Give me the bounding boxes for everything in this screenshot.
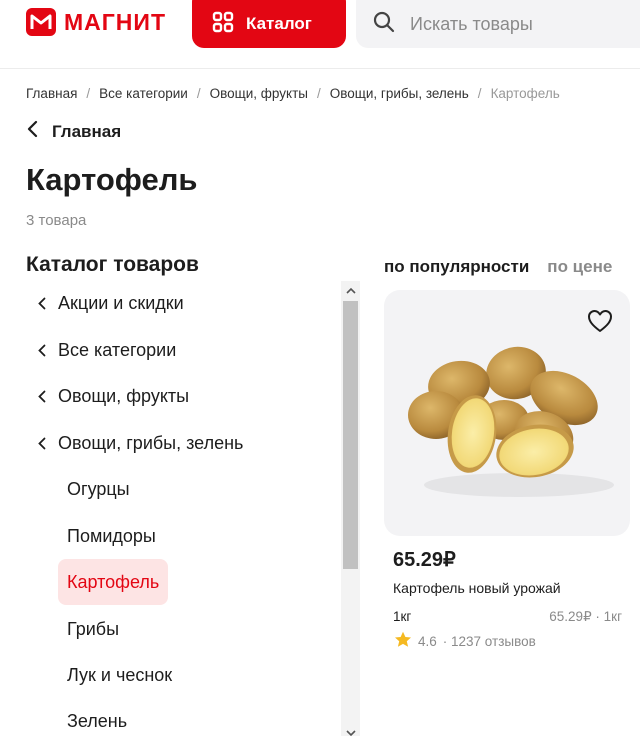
catalog-title: Каталог товаров <box>26 253 199 276</box>
catalog-scrollbar[interactable] <box>341 281 360 736</box>
product-price: 65.29₽ <box>393 549 456 571</box>
scroll-down-icon[interactable] <box>341 726 360 740</box>
scroll-up-icon[interactable] <box>341 281 360 299</box>
scroll-thumb[interactable] <box>343 301 358 569</box>
catalog-parent-item[interactable]: Акции и скидки <box>26 280 184 326</box>
catalog-item-label: Овощи, грибы, зелень <box>58 432 244 453</box>
page-title: Картофель <box>26 162 198 197</box>
header-divider <box>0 68 640 69</box>
product-rating: 4.6 · 1237 отзывов <box>394 631 536 651</box>
catalog-parent-item[interactable]: Все категории <box>26 327 176 373</box>
catalog-item-label: Все категории <box>58 339 177 360</box>
reviews-count[interactable]: · 1237 отзывов <box>443 634 536 649</box>
breadcrumb-current: Картофель <box>490 86 560 101</box>
catalog-subitem[interactable]: Зелень <box>58 698 136 744</box>
product-unit-price: 65.29₽ · 1кг <box>549 609 622 624</box>
sort-options: по популярности по цене <box>384 257 612 277</box>
search-icon <box>372 10 396 39</box>
catalog-subitem-active[interactable]: Картофель <box>58 559 169 605</box>
chevron-left-icon <box>38 297 58 310</box>
catalog-subitem[interactable]: Грибы <box>58 606 128 652</box>
catalog-grid-icon <box>212 11 234 38</box>
sort-popularity[interactable]: по популярности <box>384 257 529 277</box>
rating-value: 4.6 <box>418 633 437 649</box>
product-weight: 1кг <box>393 609 412 624</box>
magnit-logo-icon <box>26 8 56 36</box>
breadcrumb-separator: / <box>316 86 321 101</box>
catalog-parent-item[interactable]: Овощи, фрукты <box>26 373 189 419</box>
chevron-left-icon <box>38 437 58 450</box>
favorite-heart-icon[interactable] <box>586 307 614 335</box>
catalog-button[interactable]: Каталог <box>192 0 346 48</box>
catalog-subitem[interactable]: Помидоры <box>58 513 165 559</box>
star-icon <box>394 631 412 651</box>
catalog-parent-item[interactable]: Овощи, грибы, зелень <box>26 420 243 466</box>
chevron-left-icon <box>38 344 58 357</box>
catalog-subitem[interactable]: Лук и чеснок <box>58 652 181 698</box>
breadcrumb-item[interactable]: Все категории <box>99 86 188 101</box>
breadcrumb-separator: / <box>86 86 91 101</box>
chevron-left-icon <box>26 120 38 143</box>
breadcrumb-item[interactable]: Главная <box>26 86 77 101</box>
catalog-item-label: Овощи, фрукты <box>58 385 190 406</box>
brand-name: МАГНИТ <box>64 8 166 35</box>
breadcrumb: Главная / Все категории / Овощи, фрукты / О… <box>26 86 560 101</box>
catalog-subitem[interactable]: Огурцы <box>58 466 139 512</box>
sort-price[interactable]: по цене <box>547 257 612 277</box>
breadcrumb-item[interactable]: Овощи, фрукты <box>210 86 308 101</box>
breadcrumb-separator: / <box>196 86 201 101</box>
logo[interactable]: МАГНИТ <box>26 6 166 38</box>
catalog-item-label: Акции и скидки <box>58 292 184 313</box>
catalog-button-label: Каталог <box>246 14 312 33</box>
product-name[interactable]: Картофель новый урожай <box>393 580 561 596</box>
search-input[interactable] <box>408 12 632 36</box>
breadcrumb-item[interactable]: Овощи, грибы, зелень <box>330 86 469 101</box>
search-bar[interactable] <box>356 0 640 48</box>
back-link[interactable]: Главная <box>26 120 121 143</box>
breadcrumb-separator: / <box>477 86 482 101</box>
header: МАГНИТ Каталог <box>0 0 640 64</box>
back-link-label: Главная <box>52 121 122 141</box>
items-count: 3 товара <box>26 212 87 229</box>
chevron-left-icon <box>38 390 58 403</box>
